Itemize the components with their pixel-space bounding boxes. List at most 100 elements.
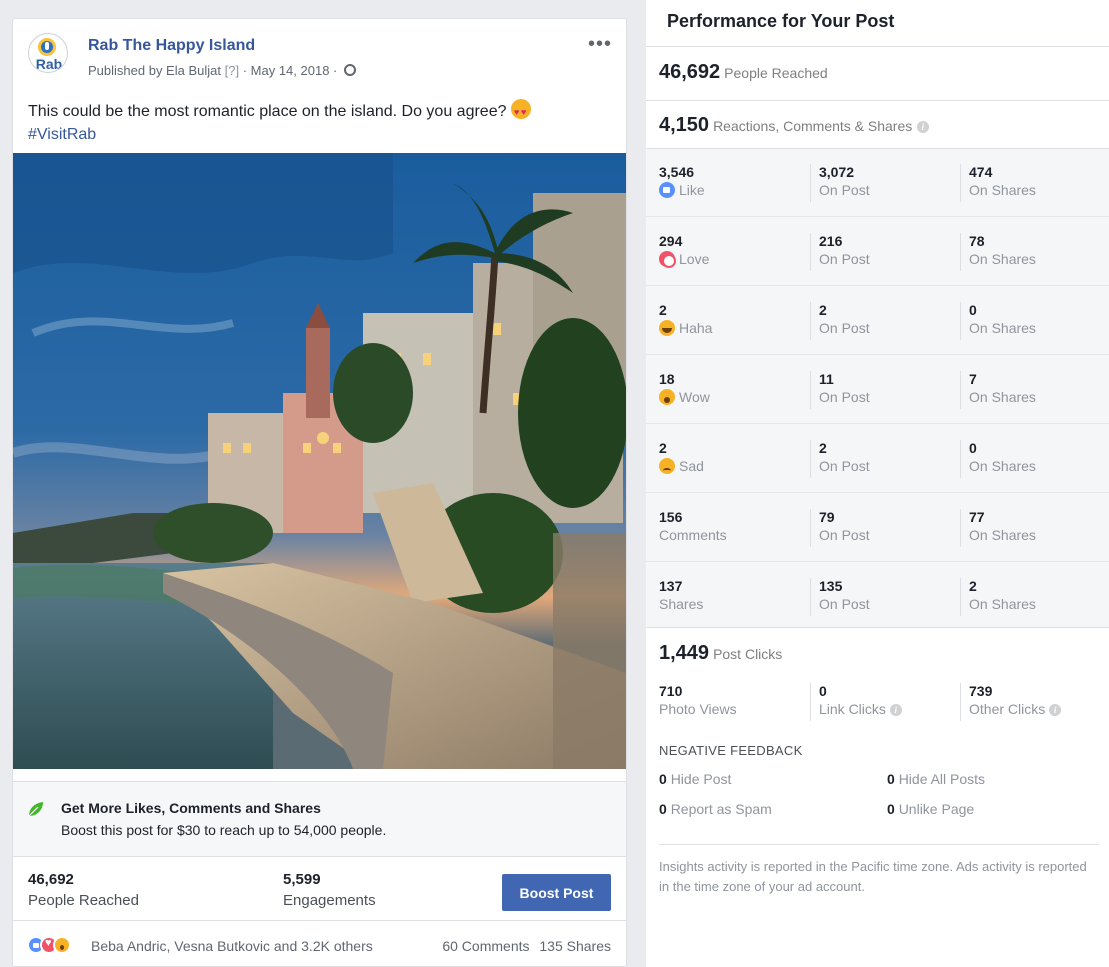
unlike-label: Unlike Page (898, 801, 975, 817)
published-by[interactable]: Published by Ela Buljat (88, 63, 221, 78)
on-shares-label: On Shares (969, 320, 1036, 336)
post-text: This could be the most romantic place on… (28, 99, 608, 146)
on-post-cell: 79 On Post (810, 509, 870, 547)
post-stats: 46,692 People Reached 5,599 Engagements … (13, 857, 626, 921)
hide-all-posts-stat: 0 Hide All Posts (887, 771, 985, 787)
reaction-label: Haha (679, 320, 713, 336)
on-shares-value: 0 (969, 302, 977, 318)
rcs-section: 4,150 Reactions, Comments & Shares i (646, 100, 1109, 148)
rcs-label: Reactions, Comments & Shares (713, 118, 913, 134)
post-photo[interactable] (13, 153, 626, 769)
photo-views-label: Photo Views (659, 701, 737, 717)
reaction-label: Sad (679, 458, 704, 474)
on-post-cell: 2 On Post (810, 440, 870, 478)
post-clicks-label: Post Clicks (713, 646, 783, 662)
other-clicks-label: Other Clicks i (969, 700, 1062, 719)
boost-post-button[interactable]: Boost Post (502, 874, 611, 911)
promo-title: Get More Likes, Comments and Shares (61, 800, 321, 816)
avatar-text: Rab (35, 56, 63, 72)
people-reached-label: People Reached (28, 892, 139, 909)
help-mark[interactable]: [?] (225, 63, 239, 78)
on-shares-label: On Shares (969, 182, 1036, 198)
hashtag-link[interactable]: #VisitRab (28, 123, 608, 146)
total-label: Shares (659, 596, 704, 612)
on-post-value: 3,072 (819, 164, 855, 180)
info-icon[interactable]: i (889, 704, 902, 716)
performance-panel: Performance for Your Post 46,692 People R… (646, 0, 1109, 967)
on-post-label: On Post (819, 389, 870, 405)
shares-count-link[interactable]: 135 Shares (539, 938, 611, 954)
boost-promo[interactable]: Get More Likes, Comments and Shares Boos… (13, 781, 626, 857)
on-shares-value: 78 (969, 233, 985, 249)
spam-value: 0 (659, 801, 667, 817)
perf-reached-value: 46,692 (659, 61, 721, 83)
total-cell: 2 Haha (659, 302, 712, 340)
on-post-value: 216 (819, 233, 843, 249)
total-value: 3,546 (659, 164, 695, 180)
more-options-icon[interactable]: ••• (588, 33, 612, 56)
wow-reaction-icon (53, 936, 71, 954)
total-value: 2 (659, 302, 667, 318)
negative-feedback-title: NEGATIVE FEEDBACK (659, 743, 803, 758)
on-shares-cell: 0 On Shares (960, 440, 1036, 478)
people-reached-stat[interactable]: 46,692 People Reached (28, 871, 139, 909)
hide-all-label: Hide All Posts (898, 771, 986, 787)
promo-subtitle: Boost this post for $30 to reach up to 5… (61, 822, 387, 838)
performance-title: Performance for Your Post (667, 11, 895, 31)
photo-views-value: 710 (659, 683, 683, 699)
heart-eyes-emoji-icon (510, 99, 531, 124)
post-date[interactable]: · May 14, 2018 · (243, 63, 338, 78)
post-card: Rab Rab The Happy Island Published by El… (12, 18, 627, 967)
logo-icon (38, 38, 56, 56)
on-post-label: On Post (819, 320, 870, 336)
total-cell: 18 Wow (659, 371, 710, 409)
post-body: This could be the most romantic place on… (28, 103, 507, 120)
total-cell: 137 Shares (659, 578, 703, 616)
photo-views-cell: 710 Photo Views (659, 683, 737, 721)
info-icon[interactable]: i (1049, 704, 1062, 716)
on-post-label: On Post (819, 596, 870, 612)
on-post-label: On Post (819, 251, 870, 267)
on-shares-cell: 474 On Shares (960, 164, 1036, 202)
on-shares-label: On Shares (969, 389, 1036, 405)
on-post-value: 11 (819, 371, 834, 387)
breakdown-row-wow: 18 Wow 11 On Post 7 On Shares (646, 356, 1109, 424)
hide-post-stat: 0 Hide Post (659, 771, 731, 787)
engagements-stat[interactable]: 5,599 Engagements (283, 871, 376, 909)
reaction-label: Love (679, 251, 710, 267)
on-post-value: 79 (819, 509, 835, 525)
hide-post-value: 0 (659, 771, 667, 787)
comments-count-link[interactable]: 60 Comments (442, 938, 529, 954)
on-post-label: On Post (819, 527, 870, 543)
on-post-cell: 3,072 On Post (810, 164, 870, 202)
page-avatar[interactable]: Rab (28, 33, 68, 73)
hide-post-label: Hide Post (670, 771, 732, 787)
post-clicks-header: 1,449 Post Clicks (659, 642, 782, 665)
on-post-value: 135 (819, 578, 843, 594)
unlike-page-stat: 0 Unlike Page (887, 801, 974, 817)
globe-icon (343, 64, 356, 76)
total-value: 18 (659, 371, 675, 387)
on-shares-label: On Shares (969, 527, 1036, 543)
post-header: Rab Rab The Happy Island Published by El… (13, 19, 626, 91)
people-reached-value: 46,692 (28, 871, 74, 888)
like-icon (659, 182, 675, 198)
total-label: Sad (659, 457, 704, 476)
photo-illustration (13, 153, 626, 769)
reaction-icons[interactable] (27, 936, 71, 954)
breakdown-row-shares: 137 Shares 135 On Post 2 On Shares (646, 563, 1109, 631)
engagements-label: Engagements (283, 892, 376, 909)
sad-icon (659, 458, 675, 474)
total-label: Like (659, 181, 705, 200)
on-post-value: 2 (819, 302, 827, 318)
hide-all-value: 0 (887, 771, 895, 787)
info-icon[interactable]: i (916, 121, 929, 133)
on-shares-cell: 77 On Shares (960, 509, 1036, 547)
on-shares-cell: 2 On Shares (960, 578, 1036, 616)
page-name-link[interactable]: Rab The Happy Island (88, 37, 255, 55)
breakdown-row-comments: 156 Comments 79 On Post 77 On Shares (646, 494, 1109, 562)
reaction-names-link[interactable]: Beba Andric, Vesna Butkovic and 3.2K oth… (91, 938, 373, 954)
on-shares-label: On Shares (969, 251, 1036, 267)
on-post-cell: 135 On Post (810, 578, 870, 616)
spam-label: Report as Spam (670, 801, 772, 817)
